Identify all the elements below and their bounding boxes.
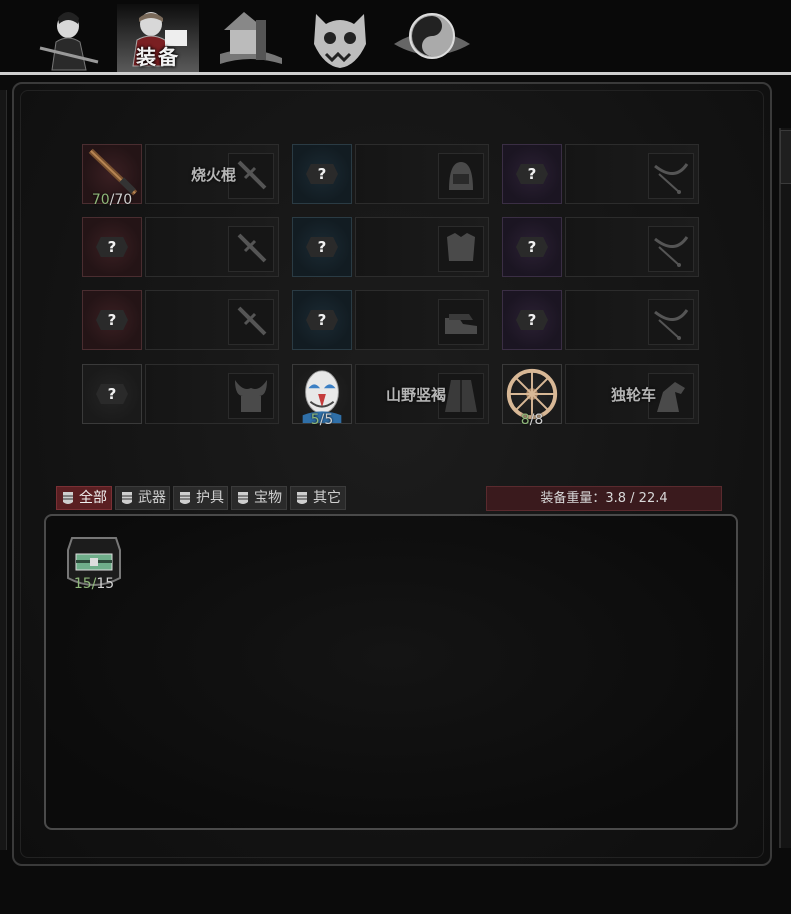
- equipment-slot-name-0-2[interactable]: [565, 144, 699, 204]
- horned-helmet-icon: [228, 373, 274, 419]
- unknown-slot-icon: ?: [516, 310, 548, 330]
- equipment-slot-2-2[interactable]: ?: [502, 290, 562, 350]
- slot-count-current: 8: [520, 412, 530, 428]
- unknown-slot-icon: ?: [96, 310, 128, 330]
- character-portrait-icon: [39, 12, 99, 71]
- unknown-slot-icon: ?: [306, 164, 338, 184]
- equipment-slot-name-1-1[interactable]: [355, 217, 489, 277]
- equipment-weight: 装备重量：3.8 / 22.4: [486, 486, 722, 511]
- equipment-slot-2-0[interactable]: ?: [82, 290, 142, 350]
- equipment-slot-name-0-1[interactable]: [355, 144, 489, 204]
- slot-count-current: 5: [310, 412, 320, 428]
- tab-equipment-label: 装备: [136, 45, 180, 69]
- slot-count: 70/70: [83, 192, 141, 208]
- armor-icon: [438, 226, 484, 272]
- tab-equipment[interactable]: 装备: [117, 4, 199, 72]
- item-name: 独轮车: [610, 386, 656, 404]
- equipment-slot-name-1-2[interactable]: [565, 217, 699, 277]
- equipment-slot-name-3-2[interactable]: 独轮车: [565, 364, 699, 424]
- equipment-slot-name-3-1[interactable]: 山野竖褐: [355, 364, 489, 424]
- filter-tab-label: 护具: [196, 490, 224, 506]
- slot-count: 8/8: [503, 412, 561, 428]
- filter-tab-label: 其它: [313, 490, 341, 506]
- filter-tab-label: 武器: [138, 490, 166, 506]
- equipment-slot-name-0-0[interactable]: 烧火棍: [145, 144, 279, 204]
- treasure-icon: [236, 490, 250, 506]
- equipment-weight-text: 装备重量：3.8 / 22.4: [540, 491, 668, 506]
- filter-tab-2[interactable]: 护具: [173, 486, 228, 510]
- equipment-slot-name-3-0[interactable]: [145, 364, 279, 424]
- unknown-slot-icon: ?: [96, 384, 128, 404]
- inventory-item-count-max: 15: [96, 576, 115, 592]
- tab-building[interactable]: [210, 4, 290, 72]
- slot-count: 5/5: [293, 412, 351, 428]
- item-name: 山野竖褐: [385, 386, 446, 404]
- inventory-item-count-current: 15: [73, 576, 92, 592]
- filter-tab-label: 宝物: [254, 490, 282, 506]
- equipment-slot-0-0[interactable]: 70/70: [82, 144, 142, 208]
- helmet-icon: [438, 153, 484, 199]
- tab-bar-divider: [0, 72, 791, 75]
- inventory-panel: [44, 514, 738, 830]
- equipment-slot-name-1-0[interactable]: [145, 217, 279, 277]
- weapon-icon: [120, 490, 134, 506]
- sword-icon: [228, 299, 274, 345]
- equipment-slot-3-0[interactable]: ?: [82, 364, 142, 424]
- unknown-slot-icon: ?: [96, 237, 128, 257]
- all-icon: [61, 490, 75, 506]
- equipment-slot-2-1[interactable]: ?: [292, 290, 352, 350]
- other-icon: [295, 490, 309, 506]
- slot-count-max: /8: [529, 412, 544, 428]
- unknown-slot-icon: ?: [516, 237, 548, 257]
- inventory-item-count: 15/15: [73, 576, 115, 592]
- filter-tab-1[interactable]: 武器: [115, 486, 170, 510]
- equipment-slot-1-1[interactable]: ?: [292, 217, 352, 277]
- building-icon: [220, 12, 282, 64]
- filter-tab-3[interactable]: 宝物: [231, 486, 287, 510]
- tab-taiji[interactable]: [390, 4, 474, 72]
- armor-filter-icon: [178, 490, 192, 506]
- equipment-slot-1-2[interactable]: ?: [502, 217, 562, 277]
- whip-icon: [648, 226, 694, 272]
- right-edge-strip: [779, 128, 791, 848]
- filter-tab-4[interactable]: 其它: [290, 486, 346, 510]
- tab-character[interactable]: [34, 4, 104, 72]
- slot-count-max: /5: [319, 412, 334, 428]
- boots-icon: [438, 299, 484, 345]
- equipment-slot-3-1[interactable]: 5/5: [292, 364, 352, 428]
- filter-tab-0[interactable]: 全部: [56, 486, 112, 510]
- unknown-slot-icon: ?: [306, 310, 338, 330]
- beast-mask-icon: [314, 14, 366, 68]
- sword-icon: [228, 226, 274, 272]
- slot-count-current: 70: [91, 192, 110, 208]
- equipment-slot-name-2-1[interactable]: [355, 290, 489, 350]
- left-edge-strip: [0, 90, 7, 850]
- right-side-tab[interactable]: [780, 130, 791, 184]
- filter-tab-label: 全部: [79, 490, 107, 506]
- taiji-icon: [394, 13, 470, 59]
- whip-icon: [648, 153, 694, 199]
- item-name: 烧火棍: [190, 166, 236, 184]
- unknown-slot-icon: ?: [516, 164, 548, 184]
- unknown-slot-icon: ?: [306, 237, 338, 257]
- tab-beast[interactable]: [308, 4, 372, 72]
- top-tab-bar: 装备: [0, 0, 791, 76]
- equipment-slot-1-0[interactable]: ?: [82, 217, 142, 277]
- equipment-slot-3-2[interactable]: 8/8: [502, 364, 562, 428]
- equipment-slot-name-2-2[interactable]: [565, 290, 699, 350]
- equipment-slot-name-2-0[interactable]: [145, 290, 279, 350]
- equipment-slot-0-2[interactable]: ?: [502, 144, 562, 204]
- slot-count-max: /70: [109, 192, 133, 208]
- whip-icon: [648, 299, 694, 345]
- equipment-slot-0-1[interactable]: ?: [292, 144, 352, 204]
